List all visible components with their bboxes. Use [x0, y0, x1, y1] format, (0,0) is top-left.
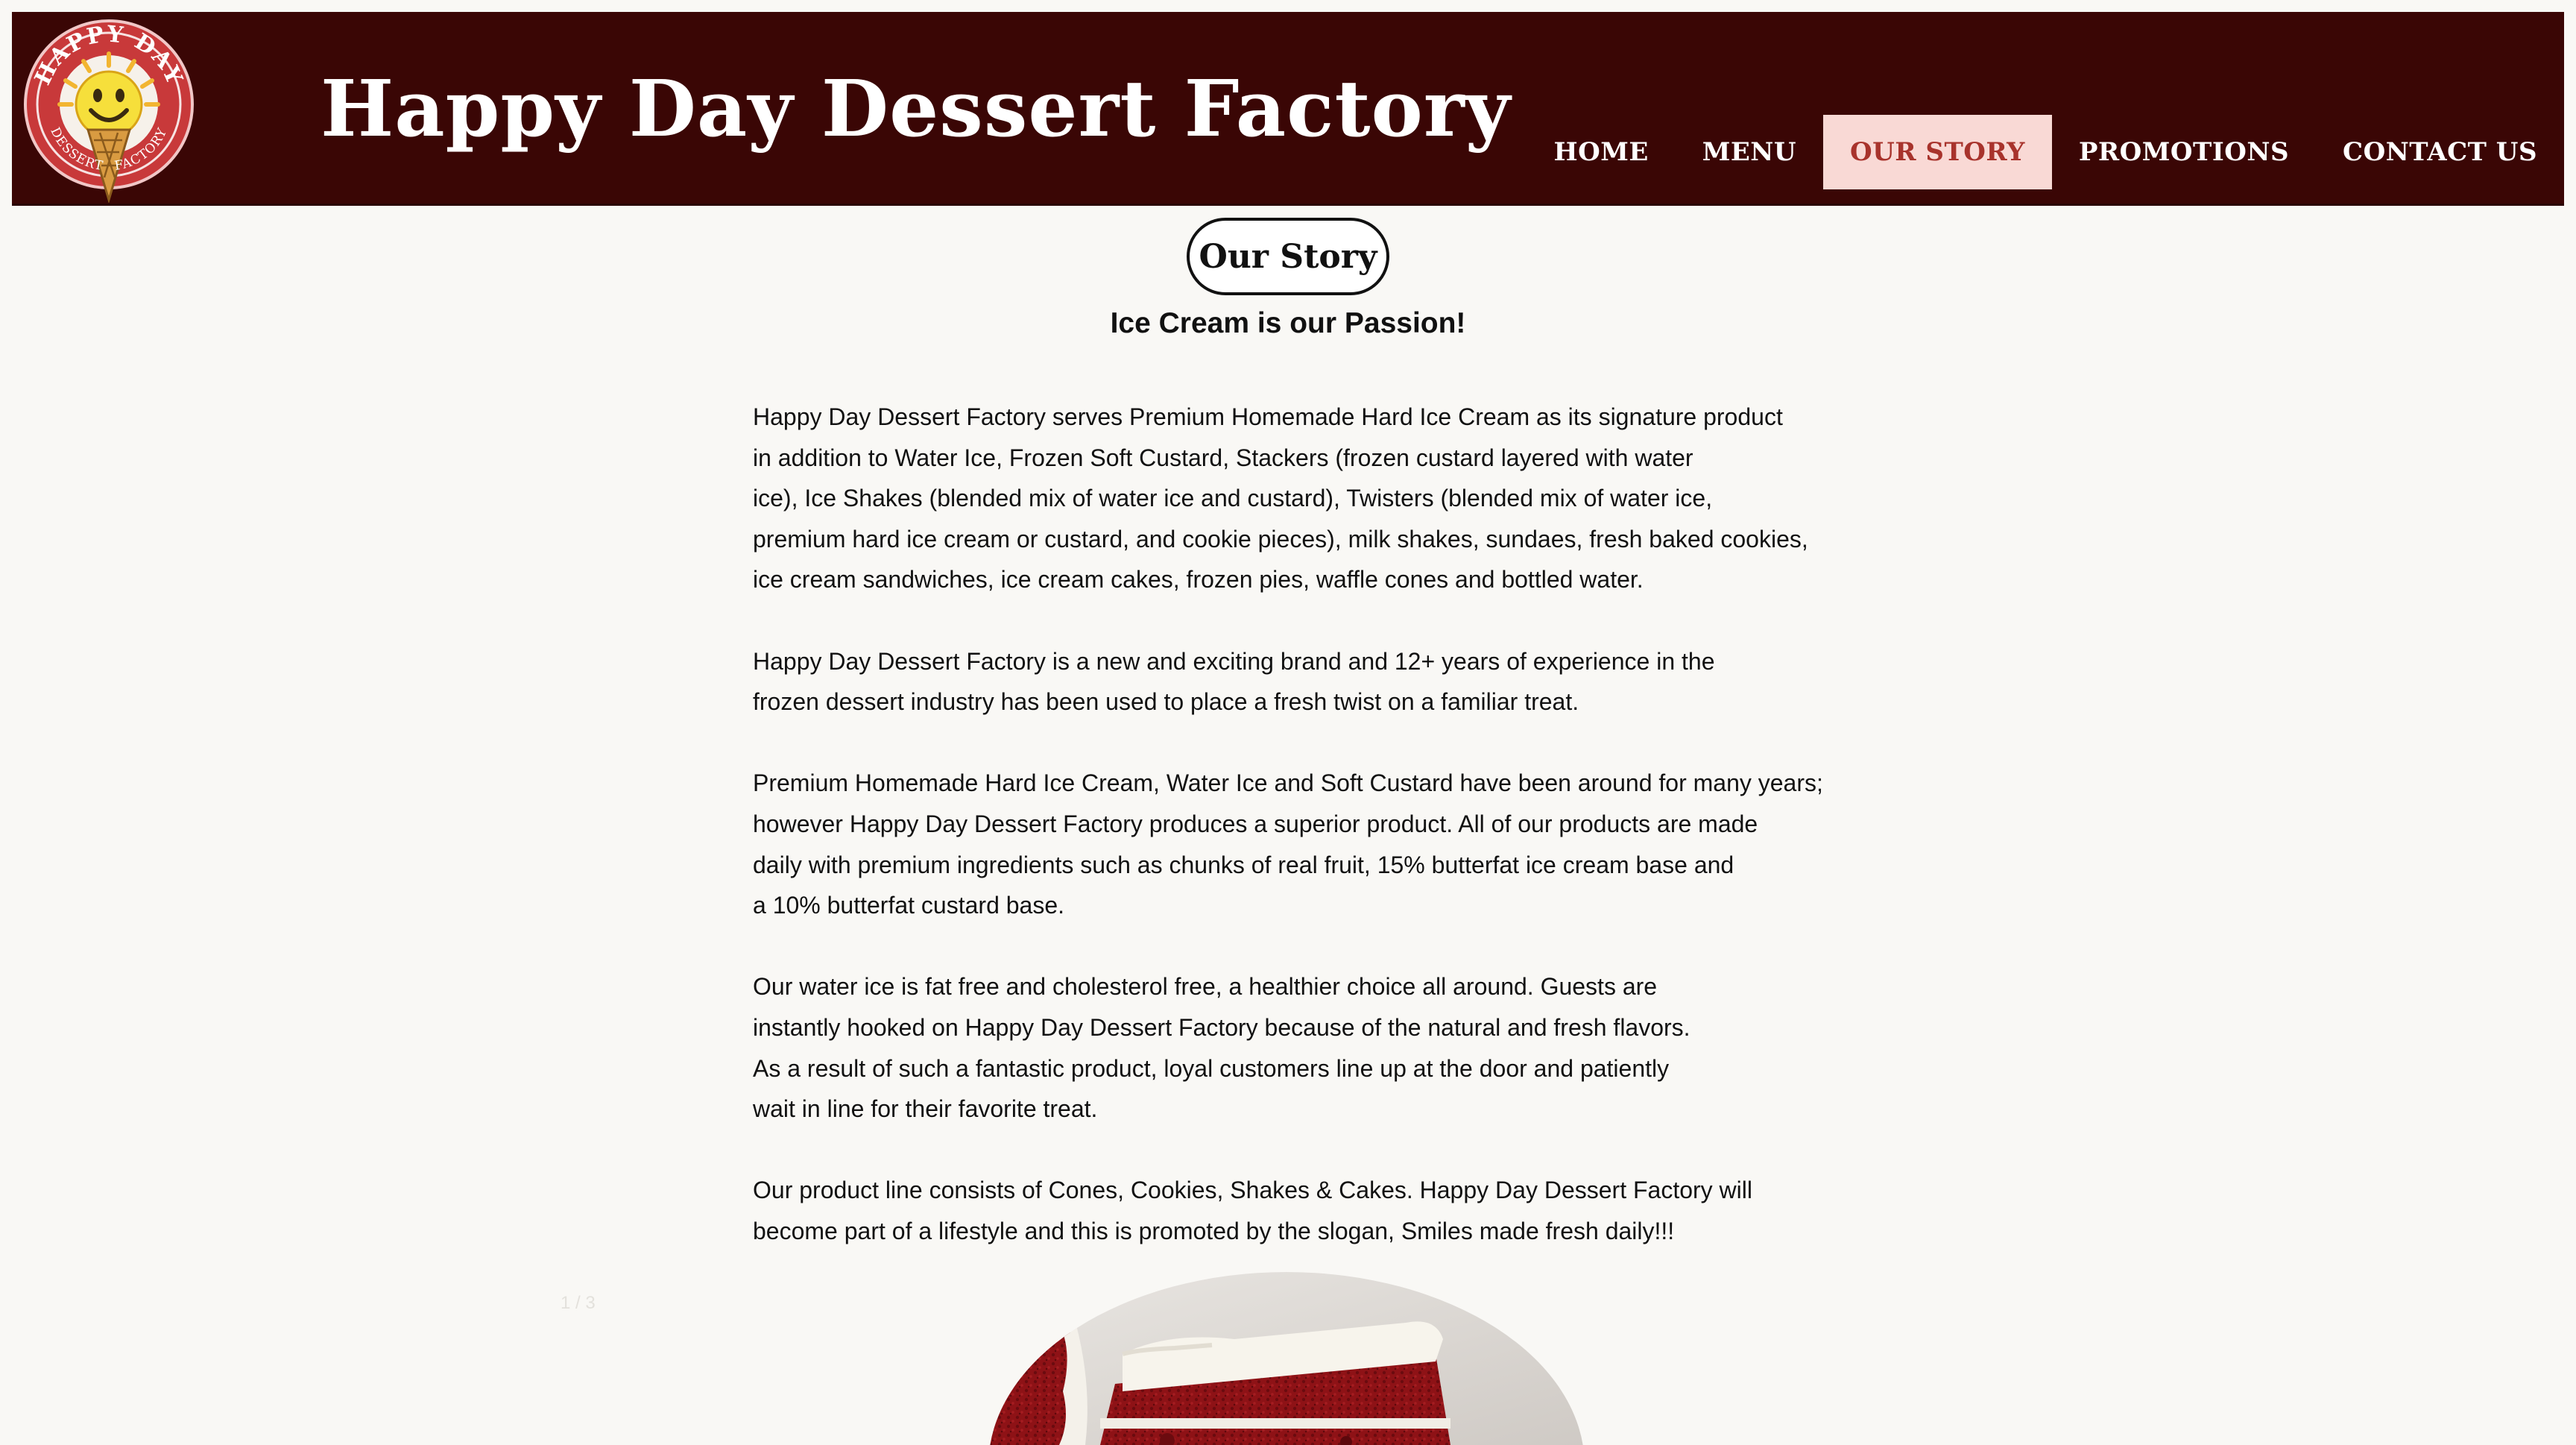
story-line: daily with premium ingredients such as c… [753, 851, 1734, 878]
story-line: ice), Ice Shakes (blended mix of water i… [753, 485, 1713, 512]
tagline: Ice Cream is our Passion! [1110, 307, 1466, 339]
story-content: Happy Day Dessert Factory serves Premium… [753, 397, 1856, 1292]
story-line: frozen dessert industry has been used to… [753, 688, 1579, 716]
story-line: Our product line consists of Cones, Cook… [753, 1177, 1752, 1204]
happy-day-logo[interactable]: HAPPY DAY DESSERT FACTORY [22, 18, 195, 203]
site-header: HAPPY DAY DESSERT FACTORY Happy Day Dess… [12, 12, 2564, 206]
nav-item-promotions[interactable]: PROMOTIONS [2052, 115, 2316, 189]
story-line: Premium Homemade Hard Ice Cream, Water I… [753, 769, 1823, 797]
main-nav: HOME MENU OUR STORY PROMOTIONS CONTACT U… [1527, 115, 2564, 189]
story-line: become part of a lifestyle and this is p… [753, 1217, 1675, 1244]
story-line: Happy Day Dessert Factory is a new and e… [753, 647, 1715, 675]
story-line: wait in line for their favorite treat. [753, 1095, 1098, 1123]
story-line: a 10% butterfat custard base. [753, 892, 1065, 919]
story-paragraph: Premium Homemade Hard Ice Cream, Water I… [753, 763, 1856, 925]
page-title-badge: Our Story [1187, 218, 1389, 295]
story-line: Our water ice is fat free and cholestero… [753, 973, 1658, 1001]
slideshow-counter: 1 / 3 [561, 1293, 596, 1313]
nav-item-home[interactable]: HOME [1527, 115, 1675, 189]
site-title[interactable]: Happy Day Dessert Factory [321, 49, 1511, 169]
story-paragraph: Happy Day Dessert Factory serves Premium… [753, 397, 1856, 600]
story-line: ice cream sandwiches, ice cream cakes, f… [753, 566, 1644, 594]
slideshow-image[interactable] [988, 1272, 1585, 1445]
story-line: Happy Day Dessert Factory serves Premium… [753, 403, 1783, 430]
story-line: in addition to Water Ice, Frozen Soft Cu… [753, 444, 1693, 471]
story-line: premium hard ice cream or custard, and c… [753, 525, 1808, 552]
story-paragraph: Our water ice is fat free and cholestero… [753, 966, 1856, 1129]
page-title: Our Story [1199, 237, 1377, 276]
nav-item-menu[interactable]: MENU [1676, 115, 1823, 189]
story-paragraph: Happy Day Dessert Factory is a new and e… [753, 641, 1856, 722]
story-paragraph: Our product line consists of Cones, Cook… [753, 1170, 1856, 1251]
nav-item-our-story[interactable]: OUR STORY [1823, 115, 2052, 189]
smiley-face-icon [75, 70, 143, 139]
nav-item-contact-us[interactable]: CONTACT US [2316, 115, 2564, 189]
story-line: however Happy Day Dessert Factory produc… [753, 810, 1758, 837]
story-line: instantly hooked on Happy Day Dessert Fa… [753, 1013, 1690, 1041]
red-velvet-cake-image [988, 1272, 1585, 1445]
story-line: As a result of such a fantastic product,… [753, 1054, 1670, 1082]
